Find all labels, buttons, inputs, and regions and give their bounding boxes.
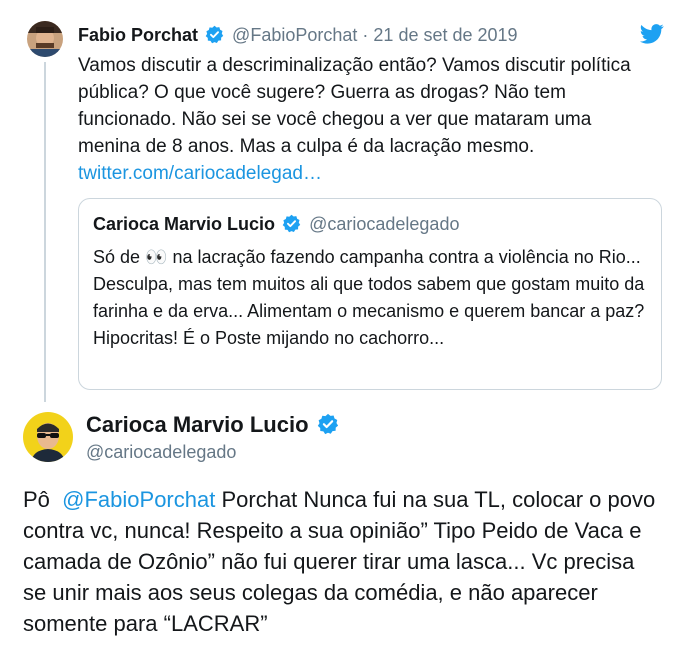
quoted-author-handle: @cariocadelegado [309, 214, 460, 234]
twitter-bird-icon[interactable] [639, 23, 664, 45]
parent-author-name[interactable]: Fabio Porchat [78, 25, 198, 45]
quoted-tweet-link[interactable]: twitter.com/cariocadelegad… [78, 163, 322, 184]
reply-text-prefix: Pô [23, 487, 50, 512]
mention-link[interactable]: @FabioPorchat [62, 487, 215, 512]
parent-tweet-text: Vamos discutir a descriminalização então… [78, 55, 631, 157]
verified-badge-icon [205, 26, 224, 44]
parent-tweet-header: Fabio Porchat @FabioPorchat · 21 de set … [78, 24, 518, 47]
parent-author-handle[interactable]: @FabioPorchat [232, 25, 357, 45]
avatar-photo [23, 412, 73, 462]
reply-author-name[interactable]: Carioca Marvio Lucio [86, 412, 309, 437]
header-separator: · [362, 25, 369, 45]
verified-badge-icon [282, 215, 301, 233]
reply-author-handle[interactable]: @cariocadelegado [86, 441, 236, 463]
parent-tweet-body: Vamos discutir a descriminalização então… [78, 52, 658, 187]
parent-tweet-date[interactable]: 21 de set de 2019 [373, 25, 517, 45]
avatar-photo [27, 21, 63, 57]
fabio-avatar[interactable] [27, 21, 63, 57]
quoted-text-rest: na lacração fazendo campanha contra a vi… [93, 247, 645, 348]
reply-tweet-body: Pô @FabioPorchat Porchat Nunca fui na su… [23, 484, 659, 639]
quoted-tweet-header: Carioca Marvio Lucio @cariocadelegado [93, 213, 459, 236]
eyes-emoji-icon: 👀 [145, 247, 168, 267]
quoted-author-name: Carioca Marvio Lucio [93, 214, 276, 234]
thread-connector-line [44, 62, 46, 402]
reply-author-name-row: Carioca Marvio Lucio [86, 411, 339, 439]
quoted-text-start: Só de [93, 247, 141, 267]
carioca-avatar[interactable] [23, 412, 73, 462]
quoted-tweet-card[interactable]: Carioca Marvio Lucio @cariocadelegado Só… [78, 198, 662, 390]
quoted-tweet-text: Só de 👀 na lacração fazendo campanha con… [93, 244, 649, 352]
verified-badge-icon [317, 414, 338, 435]
